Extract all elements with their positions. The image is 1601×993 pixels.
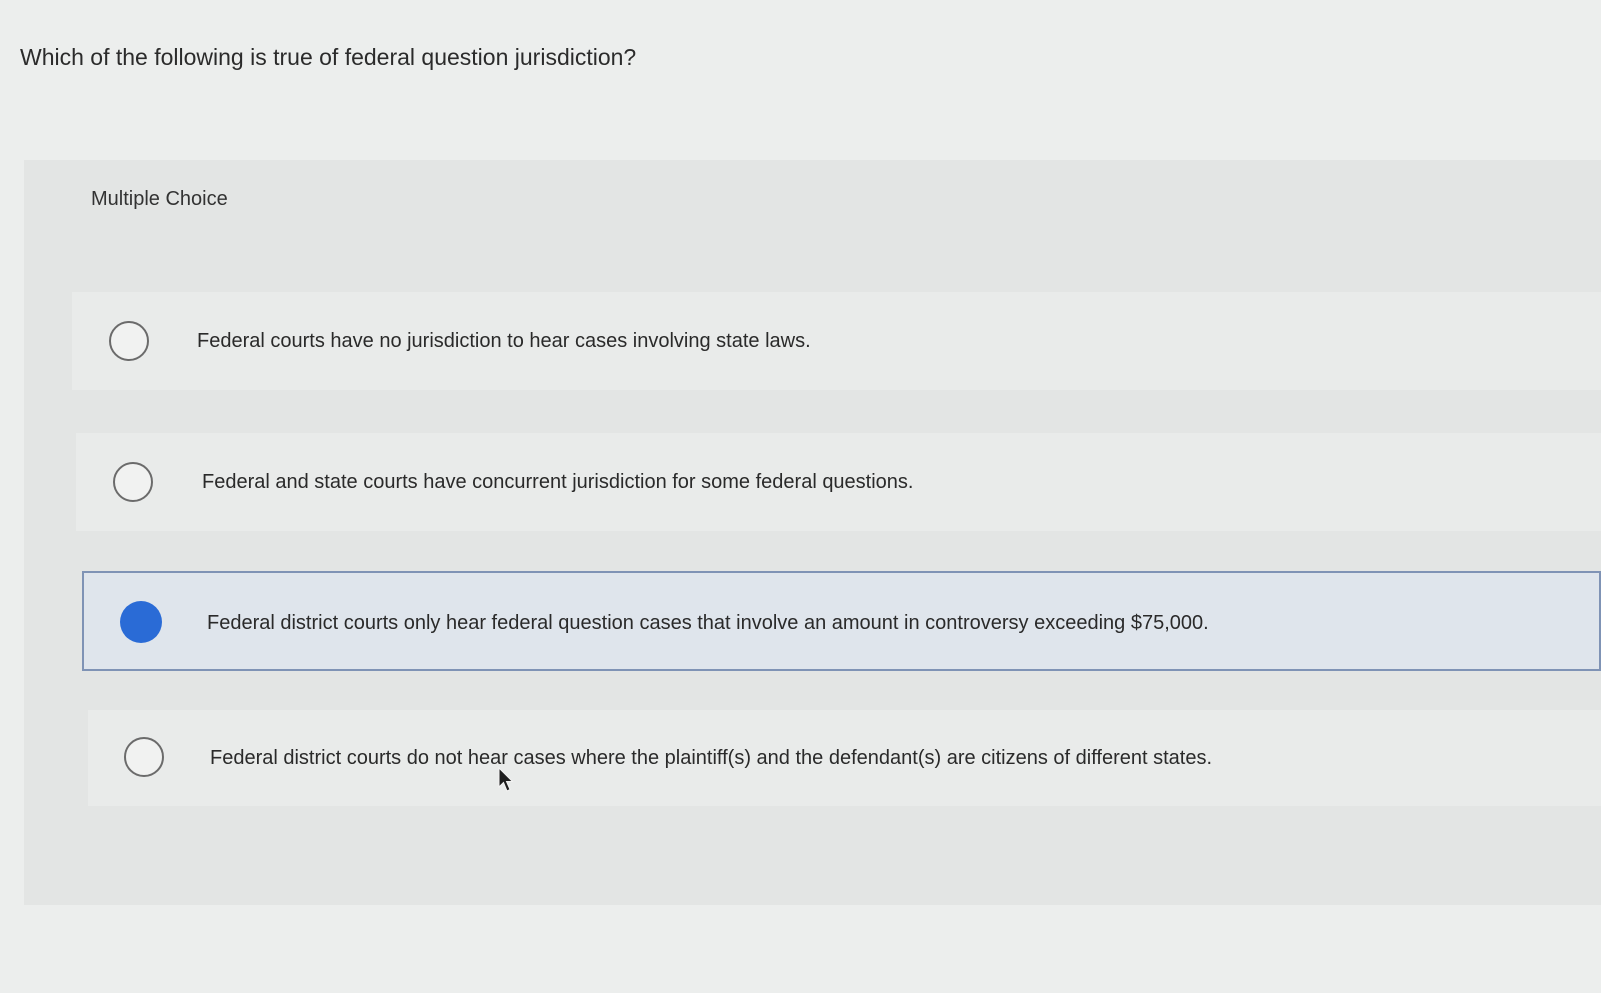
answer-option-4[interactable]: Federal district courts do not hear case… (88, 710, 1601, 806)
answer-option-3-selected[interactable]: Federal district courts only hear federa… (82, 571, 1601, 671)
answer-option-text: Federal district courts only hear federa… (207, 612, 1209, 634)
question-type-label: Multiple Choice (91, 188, 228, 210)
answer-option-1[interactable]: Federal courts have no jurisdiction to h… (72, 292, 1601, 390)
panel-header: Multiple Choice (24, 160, 1601, 240)
radio-button-icon[interactable] (113, 462, 153, 502)
question-text: Which of the following is true of federa… (20, 44, 637, 70)
mouse-pointer-icon (498, 767, 514, 792)
answer-option-2[interactable]: Federal and state courts have concurrent… (76, 433, 1601, 531)
radio-button-icon[interactable] (109, 321, 149, 361)
radio-button-icon[interactable] (124, 737, 164, 777)
answer-option-text: Federal district courts do not hear case… (210, 747, 1213, 769)
answer-option-text: Federal courts have no jurisdiction to h… (197, 330, 811, 352)
radio-button-selected-icon[interactable] (120, 601, 162, 643)
answer-option-text: Federal and state courts have concurrent… (202, 471, 914, 493)
